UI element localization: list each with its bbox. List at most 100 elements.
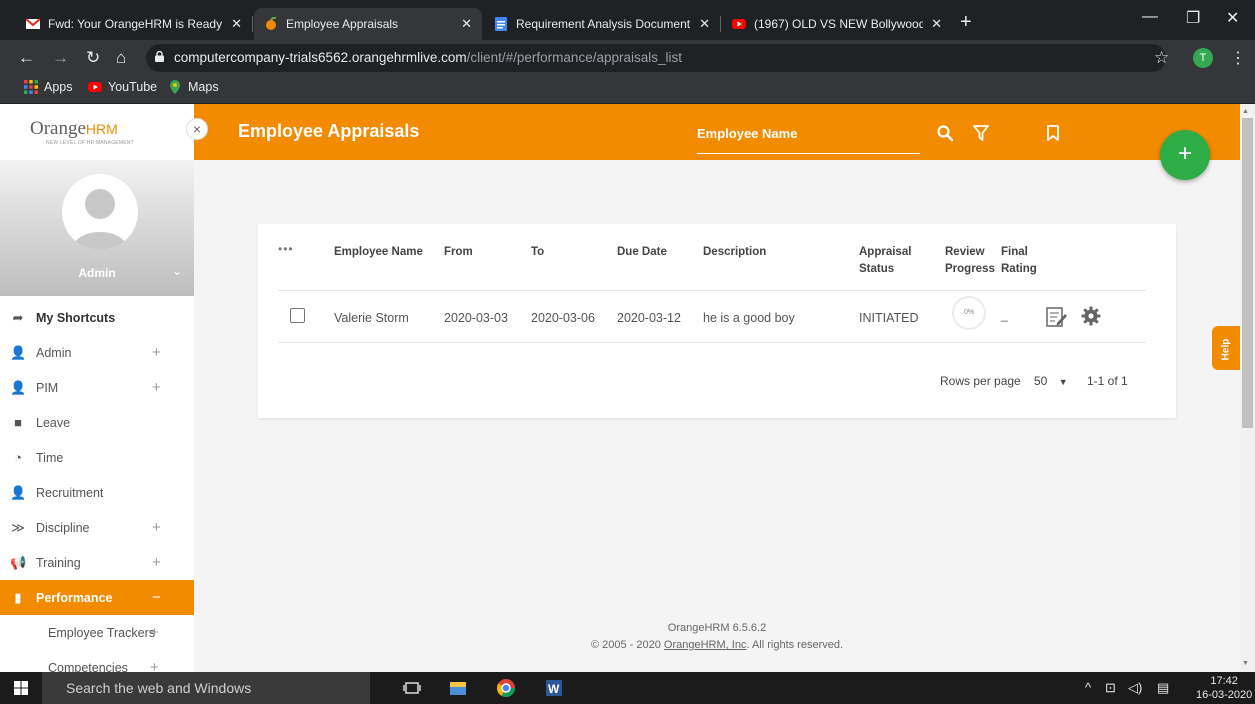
sidebar-item-time[interactable]: ◔ Time	[0, 440, 194, 475]
sidebar-item-discipline[interactable]: ≫ Discipline +	[0, 510, 194, 545]
url-path: /client/#/performance/appraisals_list	[466, 50, 682, 65]
browser-tab-requirement-doc[interactable]: Requirement Analysis Document ✕	[484, 8, 720, 40]
gear-icon[interactable]	[1081, 306, 1101, 326]
row-checkbox[interactable]	[290, 308, 305, 323]
file-explorer-icon[interactable]	[448, 678, 468, 698]
filter-icon[interactable]	[972, 124, 990, 142]
task-view-icon[interactable]	[402, 678, 422, 698]
sidebar-item-admin[interactable]: 👤 Admin +	[0, 335, 194, 370]
cell-from: 2020-03-03	[444, 311, 508, 325]
column-header-to[interactable]: To	[531, 244, 544, 261]
close-tab-icon[interactable]: ✕	[461, 16, 472, 32]
minimize-icon[interactable]: —	[1142, 8, 1158, 26]
chrome-icon[interactable]	[496, 678, 516, 698]
expand-icon[interactable]: +	[152, 554, 161, 571]
column-header-appraisal-status[interactable]: Appraisal Status	[859, 244, 911, 278]
close-tab-icon[interactable]: ✕	[931, 16, 942, 32]
chevron-down-icon[interactable]: ⌄	[172, 264, 182, 278]
sidebar-item-performance[interactable]: ▮ Performance −	[0, 580, 194, 615]
youtube-icon	[88, 82, 102, 92]
sidebar-item-label: Discipline	[36, 520, 90, 535]
more-options-icon[interactable]: •••	[278, 242, 294, 256]
clock-icon: ◔	[14, 450, 22, 465]
restore-icon[interactable]: ❐	[1186, 8, 1200, 28]
footer-company-link[interactable]: OrangeHRM, Inc	[664, 639, 747, 651]
sidebar-item-pim[interactable]: 👤 PIM +	[0, 370, 194, 405]
browser-tab-employee-appraisals[interactable]: Employee Appraisals ✕	[254, 8, 482, 40]
edit-icon[interactable]	[1046, 306, 1068, 328]
browser-tab-strip: Fwd: Your OrangeHRM is Ready - ✕ Employe…	[0, 0, 1255, 40]
sidebar-item-training[interactable]: 📢 Training +	[0, 545, 194, 580]
home-icon[interactable]: ⌂	[116, 48, 126, 68]
search-icon[interactable]	[936, 124, 954, 142]
add-appraisal-button[interactable]: +	[1160, 130, 1210, 180]
cell-employee-name[interactable]: Valerie Storm	[334, 311, 409, 325]
sidebar-item-employee-trackers[interactable]: Employee Trackers +	[0, 615, 194, 650]
browser-tab-gmail[interactable]: Fwd: Your OrangeHRM is Ready - ✕	[16, 8, 252, 40]
column-header-employee-name[interactable]: Employee Name	[334, 244, 423, 261]
profile-avatar[interactable]: T	[1193, 48, 1213, 68]
svg-text:W: W	[548, 682, 560, 696]
column-header-due-date[interactable]: Due Date	[617, 244, 667, 261]
column-header-from[interactable]: From	[444, 244, 473, 261]
close-window-icon[interactable]: ✕	[1226, 8, 1239, 28]
tab-title: Fwd: Your OrangeHRM is Ready -	[48, 17, 224, 31]
expand-icon[interactable]: +	[150, 659, 159, 672]
close-tab-icon[interactable]: ✕	[231, 16, 242, 32]
rows-per-page-select[interactable]: 50 ▼	[1034, 374, 1068, 388]
windows-start-icon[interactable]	[14, 681, 28, 695]
taskbar-clock[interactable]: 17:42 16-03-2020	[1196, 674, 1252, 702]
reload-icon[interactable]: ↻	[86, 48, 100, 68]
scroll-up-icon[interactable]: ▲	[1242, 108, 1249, 115]
bookmark-youtube[interactable]: YouTube	[88, 80, 157, 94]
bookmarks-bar: Apps YouTube Maps	[0, 76, 1255, 104]
chart-icon: ▮	[14, 589, 22, 605]
column-header-description[interactable]: Description	[703, 244, 766, 261]
volume-icon[interactable]: ◁)	[1128, 680, 1142, 696]
user-panel: Admin ⌄	[0, 160, 194, 296]
collapse-icon[interactable]: −	[152, 589, 161, 606]
new-tab-icon[interactable]: +	[960, 12, 972, 32]
tray-chevron-icon[interactable]: ^	[1085, 680, 1091, 695]
header-line-1: Review	[945, 246, 985, 258]
expand-icon[interactable]: +	[152, 379, 161, 396]
sidebar-item-recruitment[interactable]: 👤 Recruitment	[0, 475, 194, 510]
close-sidebar-icon[interactable]: ×	[186, 118, 208, 140]
notifications-icon[interactable]: ▤	[1157, 680, 1169, 696]
sidebar-item-leave[interactable]: ■ Leave	[0, 405, 194, 440]
back-icon[interactable]: ←	[18, 48, 35, 68]
expand-icon[interactable]: +	[152, 519, 161, 536]
column-header-review-progress[interactable]: Review Progress	[945, 244, 995, 278]
sidebar-item-competencies[interactable]: Competencies +	[0, 650, 194, 672]
page-title: Employee Appraisals	[238, 121, 420, 141]
forward-icon[interactable]: →	[52, 48, 69, 68]
close-tab-icon[interactable]: ✕	[699, 16, 710, 32]
bookmark-maps[interactable]: Maps	[168, 80, 219, 94]
sidebar-item-my-shortcuts[interactable]: ➦ My Shortcuts	[0, 300, 194, 335]
column-header-final-rating[interactable]: Final Rating	[1001, 244, 1037, 278]
avatar[interactable]	[62, 174, 138, 250]
bookmark-icon[interactable]	[1044, 124, 1062, 142]
sidebar-item-label: Leave	[36, 415, 71, 430]
browser-tab-youtube[interactable]: (1967) OLD VS NEW Bollywood N ✕	[722, 8, 952, 40]
bookmark-apps[interactable]: Apps	[24, 80, 73, 94]
header-line-2: Rating	[1001, 263, 1037, 275]
network-icon[interactable]: ⊡	[1105, 680, 1116, 696]
orangehrm-icon	[266, 17, 277, 30]
bookmark-star-icon[interactable]: ☆	[1154, 48, 1169, 68]
help-button[interactable]: Help	[1212, 326, 1240, 370]
tab-title: Requirement Analysis Document	[516, 17, 691, 31]
header-line-1: Final	[1001, 246, 1028, 258]
main-menu: ➦ My Shortcuts 👤 Admin + 👤 PIM + ■ Leave…	[0, 300, 194, 672]
scroll-down-icon[interactable]: ▼	[1242, 660, 1249, 667]
pagination-range: 1-1 of 1	[1087, 374, 1128, 388]
top-header: Employee Appraisals Employee Name	[194, 104, 1240, 160]
scroll-thumb[interactable]	[1242, 118, 1253, 428]
word-icon[interactable]: W	[544, 678, 564, 698]
browser-menu-icon[interactable]: ⋮	[1230, 48, 1246, 68]
user-name[interactable]: Admin	[0, 266, 194, 280]
expand-icon[interactable]: +	[152, 344, 161, 361]
employee-name-search-input[interactable]: Employee Name	[697, 126, 797, 141]
maps-pin-icon	[170, 80, 180, 94]
expand-icon[interactable]: +	[150, 624, 159, 641]
